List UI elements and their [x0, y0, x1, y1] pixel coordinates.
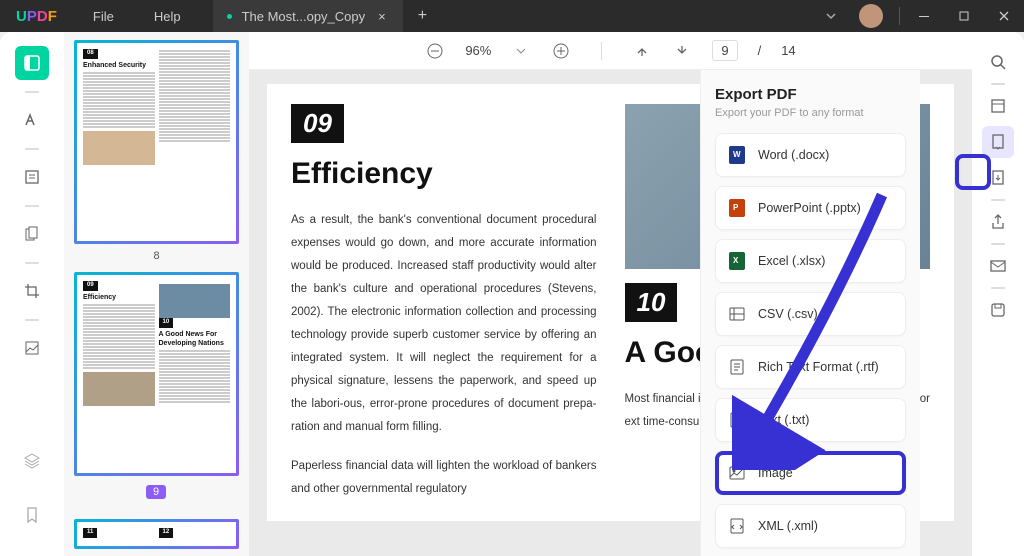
- pages-tool[interactable]: [15, 217, 49, 251]
- export-panel: Export PDF Export your PDF to any format…: [700, 70, 920, 556]
- export-csv[interactable]: CSV (.csv): [715, 292, 906, 336]
- left-toolbar: [0, 32, 64, 556]
- xml-icon: [728, 517, 746, 535]
- right-toolbar: [972, 32, 1024, 556]
- zoom-dropdown-icon[interactable]: [511, 46, 531, 56]
- export-subtitle: Export your PDF to any format: [715, 107, 906, 119]
- close-button[interactable]: [984, 0, 1024, 32]
- thumbnail-label-9: 9: [146, 485, 166, 499]
- thumbnail-page-8[interactable]: 08 Enhanced Security: [74, 40, 239, 244]
- thumbnails-tool[interactable]: [15, 46, 49, 80]
- zoom-in-button[interactable]: [551, 42, 571, 60]
- body-text-1: As a result, the bank's conventional doc…: [291, 209, 597, 439]
- page-sep: /: [758, 43, 762, 58]
- thumbnail-label-8: 8: [74, 250, 239, 262]
- export-excel[interactable]: XExcel (.xlsx): [715, 239, 906, 283]
- menu-file[interactable]: File: [73, 9, 134, 24]
- document-tab[interactable]: The Most...opy_Copy ×: [213, 0, 403, 32]
- ocr-icon[interactable]: [982, 90, 1014, 122]
- export-text[interactable]: Text (.txt): [715, 398, 906, 442]
- share-icon[interactable]: [982, 206, 1014, 238]
- thumbnails-panel: 08 Enhanced Security 8 09 Efficien: [64, 32, 249, 556]
- convert-icon[interactable]: [982, 162, 1014, 194]
- tab-title: The Most...opy_Copy: [242, 9, 366, 24]
- tab-close-icon[interactable]: ×: [375, 9, 389, 24]
- bookmark-icon[interactable]: [15, 498, 49, 532]
- excel-icon: X: [728, 252, 746, 270]
- page-total: 14: [781, 43, 795, 58]
- export-word[interactable]: WWord (.docx): [715, 133, 906, 177]
- new-tab-button[interactable]: +: [403, 7, 442, 25]
- powerpoint-icon: P: [728, 199, 746, 217]
- document-viewport: 96% 9 / 14 09 Efficiency As a result, th…: [249, 32, 972, 556]
- prev-page-up-icon[interactable]: [632, 44, 652, 58]
- export-pdf-button[interactable]: [982, 126, 1014, 158]
- section-badge-09: 09: [291, 104, 344, 143]
- next-page-down-icon[interactable]: [672, 44, 692, 58]
- menu-help[interactable]: Help: [134, 9, 201, 24]
- export-xml[interactable]: XML (.xml): [715, 504, 906, 548]
- highlight-tool[interactable]: [15, 103, 49, 137]
- thumbnail-page-9[interactable]: 09 Efficiency 10 A Good News For Develop…: [74, 272, 239, 476]
- export-rtf[interactable]: Rich Text Format (.rtf): [715, 345, 906, 389]
- layers-icon[interactable]: [15, 444, 49, 478]
- rtf-icon: [728, 358, 746, 376]
- heading-efficiency: Efficiency: [291, 157, 597, 191]
- zoom-out-button[interactable]: [425, 42, 445, 60]
- email-icon[interactable]: [982, 250, 1014, 282]
- maximize-button[interactable]: [944, 0, 984, 32]
- save-icon[interactable]: [982, 294, 1014, 326]
- text-icon: [728, 411, 746, 429]
- tab-status-dot: [227, 14, 232, 19]
- thumbnail-page-10[interactable]: 11 12: [74, 519, 239, 549]
- minimize-button[interactable]: [904, 0, 944, 32]
- search-icon[interactable]: [982, 46, 1014, 78]
- app-logo: UPDF: [0, 8, 73, 25]
- user-avatar[interactable]: [859, 4, 883, 28]
- export-image[interactable]: Image: [715, 451, 906, 495]
- crop-tool[interactable]: [15, 274, 49, 308]
- page-input[interactable]: 9: [712, 40, 737, 61]
- word-icon: W: [728, 146, 746, 164]
- csv-icon: [728, 305, 746, 323]
- chevron-down-icon[interactable]: [815, 10, 847, 22]
- image-icon: [728, 464, 746, 482]
- export-title: Export PDF: [715, 86, 906, 103]
- form-tool[interactable]: [15, 331, 49, 365]
- edit-tool[interactable]: [15, 160, 49, 194]
- body-text-2: Paperless financial data will lighten th…: [291, 455, 597, 501]
- export-powerpoint[interactable]: PPowerPoint (.pptx): [715, 186, 906, 230]
- zoom-level: 96%: [465, 43, 491, 58]
- view-toolbar: 96% 9 / 14: [249, 32, 972, 70]
- section-badge-10: 10: [625, 283, 678, 322]
